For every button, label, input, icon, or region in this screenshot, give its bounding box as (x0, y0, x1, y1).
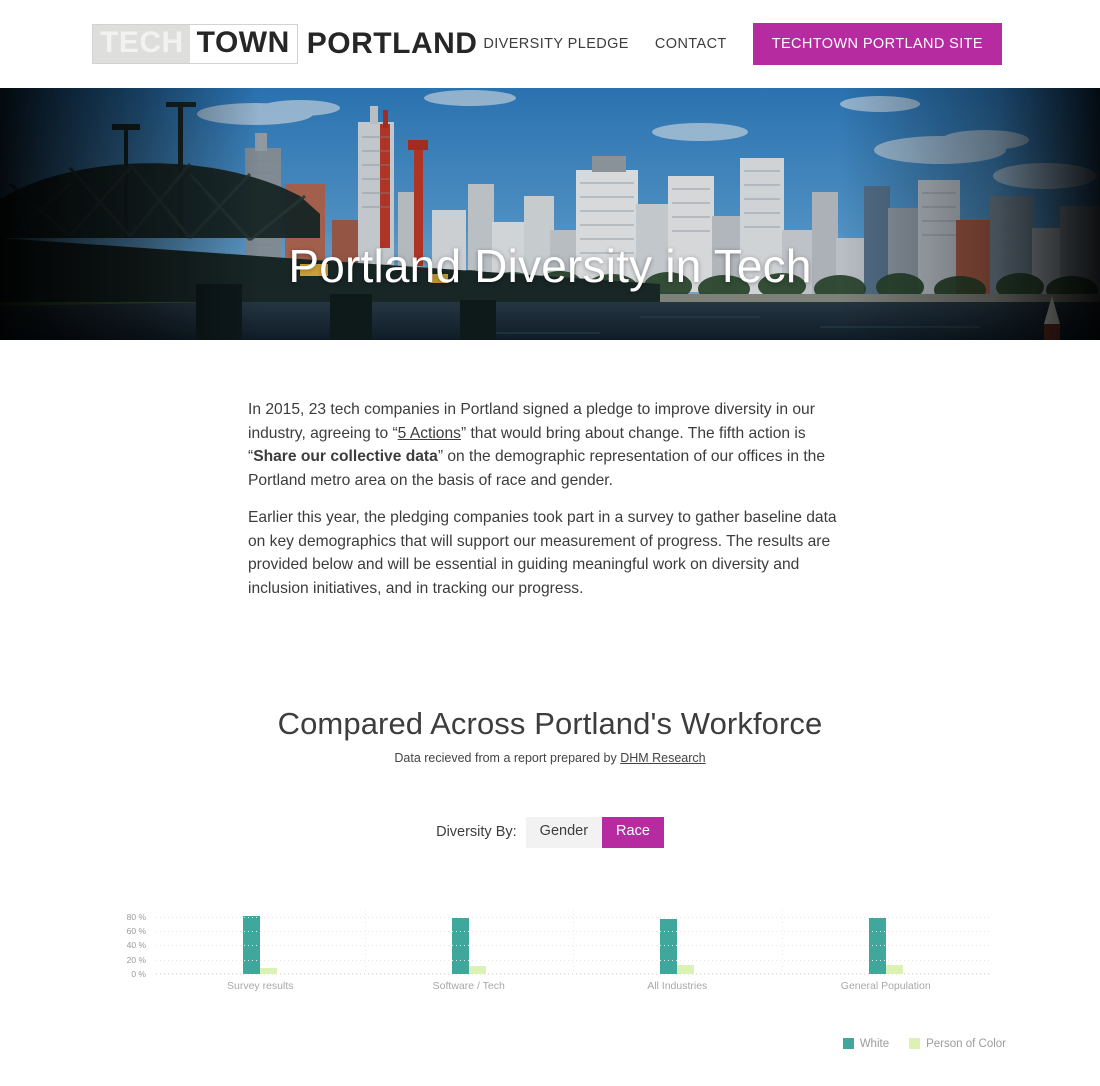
legend-swatch-person-of-color (909, 1038, 921, 1050)
x-axis-label: Software / Tech (432, 979, 505, 992)
site-logo[interactable]: TECH TOWN PORTLAND (92, 24, 477, 64)
bar-person-of-color[interactable] (677, 964, 695, 974)
y-axis: 0 % 20 % 40 % 60 % 80 % (110, 910, 146, 982)
toggle-gender-button[interactable]: Gender (525, 817, 603, 848)
chart-gridline (156, 973, 990, 975)
chart-title: Compared Across Portland's Workforce (277, 706, 823, 741)
page-root: TECH TOWN PORTLAND DIVERSITY PLEDGE CONTAC… (0, 0, 1100, 1086)
y-axis-tick: 0 % (131, 968, 146, 979)
chart-section: Compared Across Portland's Workforce Dat… (0, 600, 1100, 1050)
diversity-toggle-group: Gender Race (525, 817, 664, 848)
diversity-by-label: Diversity By: (436, 824, 517, 841)
logo-tech: TECH (92, 24, 190, 64)
legend-label: Person of Color (926, 1037, 1006, 1050)
chart-legend: White Person of Color (0, 1038, 1100, 1050)
chart-gridline-vertical (781, 909, 783, 974)
diversity-toggle-row: Diversity By: Gender Race (0, 817, 1100, 848)
legend-item[interactable]: Person of Color (909, 1038, 1006, 1050)
main-navigation: DIVERSITY PLEDGE CONTACT TECHTOWN PORTLA… (483, 23, 1100, 65)
legend-item[interactable]: White (842, 1037, 890, 1050)
page-footer (0, 1050, 1100, 1086)
intro-paragraph-2: Earlier this year, the pledging companie… (248, 509, 837, 597)
bar-chart: 0 % 20 % 40 % 60 % 80 % Survey results Softwa… (0, 909, 1100, 992)
intro-p1-bold: Share our collective data (253, 448, 438, 465)
bar-group (573, 910, 782, 974)
hero-title: Portland Diversity in Tech (288, 240, 812, 292)
bar-white[interactable] (660, 919, 678, 974)
chart-subtitle-text: Data recieved from a report prepared by (394, 751, 621, 765)
x-axis-label: All Industries (647, 979, 708, 992)
legend-swatch-white (842, 1038, 854, 1050)
chart-gridline-vertical (573, 909, 574, 974)
y-axis-tick: 60 % (126, 926, 146, 937)
x-axis-labels: Survey results Software / Tech All Industr… (156, 980, 990, 992)
hero-banner: Portland Diversity in Tech (0, 88, 1100, 340)
nav-diversity-pledge[interactable]: DIVERSITY PLEDGE (483, 36, 629, 52)
intro-section: In 2015, 23 tech companies in Portland s… (0, 340, 1100, 600)
x-axis-label: Survey results (226, 979, 294, 992)
intro-paragraph-1: In 2015, 23 tech companies in Portland s… (248, 398, 852, 492)
five-actions-link[interactable]: 5 Actions (398, 425, 461, 442)
dhm-research-link[interactable]: DHM Research (620, 751, 705, 765)
y-axis-tick: 20 % (126, 954, 146, 965)
chart-plot-area (156, 909, 991, 975)
y-axis-tick: 40 % (126, 940, 146, 951)
x-axis-label: General Population (840, 979, 931, 992)
y-axis-tick: 80 % (126, 911, 146, 922)
legend-label: White (859, 1037, 890, 1050)
toggle-race-button[interactable]: Race (602, 817, 664, 848)
techtown-portland-site-button[interactable]: TECHTOWN PORTLAND SITE (752, 23, 1002, 65)
bar-person-of-color[interactable] (468, 966, 486, 974)
bar-group (156, 910, 365, 974)
bar-group (782, 910, 991, 974)
hero-skyline-image (0, 88, 1100, 340)
nav-contact[interactable]: CONTACT (655, 36, 727, 52)
logo-town: TOWN (189, 24, 298, 64)
chart-subtitle: Data recieved from a report prepared by … (0, 751, 1100, 765)
site-header: TECH TOWN PORTLAND DIVERSITY PLEDGE CONTAC… (0, 0, 1100, 88)
bar-group (365, 910, 574, 974)
chart-gridline-vertical (364, 909, 366, 974)
logo-portland: PORTLAND (306, 27, 478, 60)
bar-person-of-color[interactable] (885, 965, 903, 974)
